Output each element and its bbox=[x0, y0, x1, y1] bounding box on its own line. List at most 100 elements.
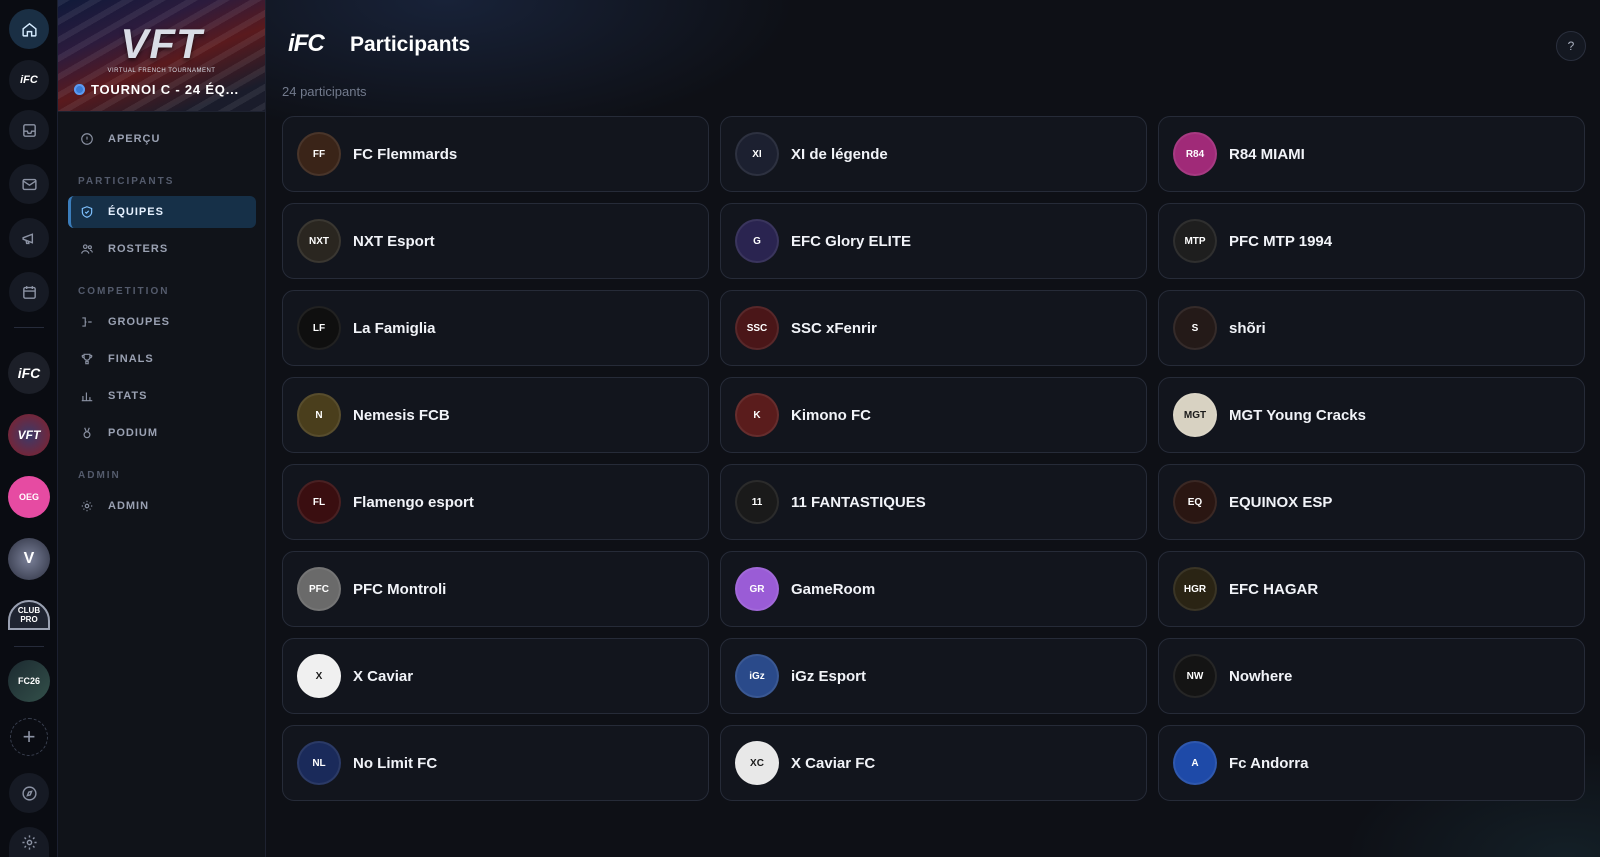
team-logo: EQ bbox=[1173, 480, 1217, 524]
team-card[interactable]: SSC SSC xFenrir bbox=[720, 290, 1147, 366]
team-logo: XI bbox=[735, 132, 779, 176]
team-card[interactable]: HGR EFC HAGAR bbox=[1158, 551, 1585, 627]
tournament-sidebar: VFT VIRTUAL FRENCH TOURNAMENT TOURNOI C … bbox=[58, 0, 266, 857]
team-name: MGT Young Cracks bbox=[1229, 406, 1366, 424]
team-card[interactable]: PFC PFC Montroli bbox=[282, 551, 709, 627]
team-card[interactable]: Sshõri bbox=[1158, 290, 1585, 366]
team-card[interactable]: G EFC Glory ELITE bbox=[720, 203, 1147, 279]
team-card[interactable]: X X Caviar bbox=[282, 638, 709, 714]
nav-finals[interactable]: FINALS bbox=[68, 343, 256, 375]
nav-rosters-label: ROSTERS bbox=[108, 243, 169, 255]
team-name: Nowhere bbox=[1229, 667, 1293, 685]
calendar-icon[interactable] bbox=[9, 272, 49, 312]
banner-logo: VFT bbox=[120, 20, 203, 67]
team-card[interactable]: GR GameRoom bbox=[720, 551, 1147, 627]
team-name: No Limit FC bbox=[353, 754, 438, 772]
team-card[interactable]: R84 R84 MIAMI bbox=[1158, 116, 1585, 192]
rail-server-fc26[interactable]: FC26 bbox=[8, 660, 50, 702]
team-card[interactable]: 11 11 FANTASTIQUES bbox=[720, 464, 1147, 540]
team-card[interactable]: NW Nowhere bbox=[1158, 638, 1585, 714]
bar-chart-icon bbox=[81, 392, 93, 402]
nav-equipes-label: ÉQUIPES bbox=[108, 206, 164, 218]
help-button[interactable]: ? bbox=[1556, 31, 1586, 61]
team-card[interactable]: XI XI de légende bbox=[720, 116, 1147, 192]
team-logo: NXT bbox=[297, 219, 341, 263]
rail-server-clubpro-label: CLUB PRO bbox=[17, 606, 41, 624]
team-logo: FL bbox=[297, 480, 341, 524]
team-logo: XC bbox=[735, 741, 779, 785]
inbox-icon[interactable] bbox=[9, 110, 49, 150]
team-logo: K bbox=[735, 393, 779, 437]
section-participants: PARTICIPANTS bbox=[78, 176, 175, 187]
info-circle-icon bbox=[81, 133, 93, 145]
rail-server-v-label: V bbox=[23, 550, 35, 567]
mail-icon[interactable] bbox=[9, 164, 49, 204]
team-name: FC Flemmards bbox=[353, 145, 458, 163]
medal-icon bbox=[83, 427, 91, 439]
team-card[interactable]: NL No Limit FC bbox=[282, 725, 709, 801]
main-content: iFC Participants ? 24 participants FF FC … bbox=[266, 0, 1600, 857]
team-logo: R84 bbox=[1173, 132, 1217, 176]
rail-server-v[interactable]: V bbox=[8, 538, 50, 580]
team-logo: GR bbox=[735, 567, 779, 611]
nav-groupes[interactable]: GROUPES bbox=[68, 306, 256, 338]
banner-logo-subtitle: VIRTUAL FRENCH TOURNAMENT bbox=[107, 68, 216, 74]
rail-server-clubpro[interactable]: CLUB PRO bbox=[8, 600, 50, 630]
team-logo: NL bbox=[297, 741, 341, 785]
section-admin: ADMIN bbox=[78, 470, 121, 481]
participants-count: 24 participants bbox=[282, 84, 367, 99]
nav-apercu[interactable]: APERÇU bbox=[68, 123, 256, 155]
participants-grid: FF FC Flemmards XI XI de légende R84 R84 MIAM… bbox=[282, 116, 1585, 801]
team-name: X Caviar FC bbox=[791, 754, 876, 772]
team-card[interactable]: MGT MGT Young Cracks bbox=[1158, 377, 1585, 453]
team-logo: NW bbox=[1173, 654, 1217, 698]
nav-equipes[interactable]: ÉQUIPES bbox=[68, 196, 256, 228]
users-icon bbox=[81, 244, 93, 254]
rail-ifc-button[interactable]: iFC bbox=[9, 60, 49, 100]
team-name: Kimono FC bbox=[791, 406, 871, 424]
nav-rosters[interactable]: ROSTERS bbox=[68, 233, 256, 265]
nav-admin[interactable]: ADMIN bbox=[68, 490, 256, 522]
page-title: Participants bbox=[350, 33, 471, 56]
team-name: Flamengo esport bbox=[353, 493, 474, 511]
app-rail: iFC iFC VFT OEG V CLUB PRO FC26 + bbox=[0, 0, 58, 857]
team-card[interactable]: XC X Caviar FC bbox=[720, 725, 1147, 801]
team-card[interactable]: NXT NXT Esport bbox=[282, 203, 709, 279]
team-name: GameRoom bbox=[791, 580, 876, 598]
compass-icon[interactable] bbox=[9, 773, 49, 813]
team-card[interactable]: FL Flamengo esport bbox=[282, 464, 709, 540]
team-name: shõri bbox=[1229, 319, 1266, 337]
team-logo: N bbox=[297, 393, 341, 437]
bracket-icon bbox=[82, 317, 92, 327]
nav-stats[interactable]: STATS bbox=[68, 380, 256, 412]
team-logo: LF bbox=[297, 306, 341, 350]
tournament-title: TOURNOI C - 24 ÉQ... bbox=[74, 82, 239, 97]
team-name: 11 FANTASTIQUES bbox=[791, 493, 926, 511]
team-name: SSC xFenrir bbox=[791, 319, 877, 337]
nav-apercu-label: APERÇU bbox=[108, 133, 161, 145]
team-name: XI de légende bbox=[791, 145, 888, 163]
nav-podium[interactable]: PODIUM bbox=[68, 417, 256, 449]
team-card[interactable]: MTP PFC MTP 1994 bbox=[1158, 203, 1585, 279]
team-card[interactable]: N Nemesis FCB bbox=[282, 377, 709, 453]
team-card[interactable]: A Fc Andorra bbox=[1158, 725, 1585, 801]
rail-server-frenchnoc[interactable]: OEG bbox=[8, 476, 50, 518]
team-card[interactable]: LF La Famiglia bbox=[282, 290, 709, 366]
team-card[interactable]: iGz iGz Esport bbox=[720, 638, 1147, 714]
team-card[interactable]: K Kimono FC bbox=[720, 377, 1147, 453]
megaphone-icon[interactable] bbox=[9, 218, 49, 258]
settings-gear-icon[interactable] bbox=[9, 827, 49, 857]
rail-server-ifc[interactable]: iFC bbox=[8, 352, 50, 394]
rail-server-vft[interactable]: VFT bbox=[8, 414, 50, 456]
home-icon[interactable] bbox=[9, 9, 49, 49]
tournament-banner[interactable]: VFT VIRTUAL FRENCH TOURNAMENT TOURNOI C … bbox=[58, 0, 265, 112]
team-name: PFC Montroli bbox=[353, 580, 447, 598]
team-name: NXT Esport bbox=[353, 232, 435, 250]
rail-ifc-label: iFC bbox=[20, 74, 38, 86]
team-card[interactable]: EQ EQUINOX ESP bbox=[1158, 464, 1585, 540]
nav-finals-label: FINALS bbox=[108, 353, 154, 365]
blue-circle-icon bbox=[74, 84, 85, 95]
add-server-icon[interactable]: + bbox=[10, 718, 48, 756]
team-card[interactable]: FF FC Flemmards bbox=[282, 116, 709, 192]
team-logo: A bbox=[1173, 741, 1217, 785]
